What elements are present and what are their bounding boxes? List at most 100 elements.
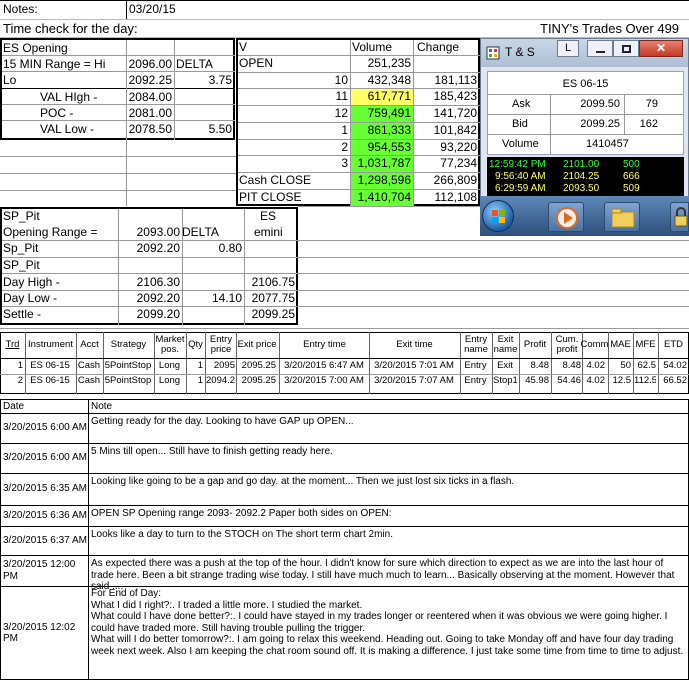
trade-header-16[interactable]: MFE — [634, 333, 657, 357]
ts-instrument: ES 06-15 — [562, 78, 609, 90]
trade-cell[interactable]: Long — [155, 360, 184, 372]
trade-header-11[interactable]: Exit name — [493, 333, 518, 357]
trade-cell[interactable]: 112.5 — [634, 375, 656, 387]
trade-cell[interactable]: Stop1 — [493, 375, 517, 387]
note-date: 3/20/2015 6:35 AM — [3, 483, 87, 495]
taskbar-explorer-button[interactable] — [604, 202, 640, 232]
trade-cell[interactable]: 54.02 — [659, 360, 687, 372]
taskbar-media-button[interactable] — [548, 202, 584, 232]
trade-cell[interactable]: 2095.25 — [237, 360, 276, 372]
trade-cell[interactable]: 3/20/2015 7:07 AM — [370, 375, 458, 387]
lo-label: Lo — [3, 73, 17, 87]
trade-cell[interactable]: 2094.25 — [206, 375, 235, 387]
folder-icon — [611, 208, 635, 228]
sp-pit-value: 2092.20 — [136, 241, 180, 255]
close-button[interactable]: ✕ — [639, 40, 683, 57]
note-text[interactable]: Looks like a day to turn to the STOCH on… — [91, 529, 685, 541]
volume-row-change: 112,108 — [434, 190, 478, 204]
maximize-button[interactable] — [613, 40, 639, 57]
ts-feed-size: 500 — [623, 159, 640, 170]
trade-cell[interactable]: 3/20/2015 7:00 AM — [280, 375, 368, 387]
day-low-label: Day Low - — [3, 291, 58, 305]
trade-cell[interactable]: Entry — [461, 375, 490, 387]
volume-row-label: 11 — [335, 89, 348, 103]
note-text[interactable]: Looking like going to be a gap and go da… — [91, 476, 685, 488]
trade-cell[interactable]: 3/20/2015 6:47 AM — [280, 360, 368, 372]
trade-cell[interactable]: Entry — [461, 360, 490, 372]
trade-header-9[interactable]: Exit time — [370, 333, 459, 357]
trade-header-0[interactable]: Trd — [1, 333, 24, 357]
range-label: 15 MIN Range = Hi — [3, 57, 106, 71]
note-text[interactable]: OPEN SP Opening range 2093- 2092.2 Paper… — [91, 508, 685, 520]
trade-cell[interactable]: 8.48 — [520, 360, 550, 372]
notes-date[interactable]: 03/20/15 — [129, 2, 176, 17]
trade-cell[interactable]: 45.98 — [520, 375, 549, 387]
note-row-divider — [0, 555, 689, 556]
minimize-icon — [596, 51, 605, 53]
trade-header-12[interactable]: Profit — [520, 333, 550, 357]
trade-cell[interactable]: 5PointStop — [104, 360, 152, 372]
trade-cell[interactable]: Cash — [77, 360, 101, 372]
trade-cell[interactable]: 4.02 — [583, 360, 606, 372]
trade-cell[interactable]: ES 06-15 — [26, 375, 74, 387]
ts-app-icon — [486, 46, 500, 60]
trade-header-10[interactable]: Entry name — [461, 333, 491, 357]
ts-l-button[interactable]: L — [557, 40, 579, 57]
volume-row-change: 266,809 — [433, 173, 477, 187]
trade-header-8[interactable]: Entry time — [280, 333, 369, 357]
trade-header-6[interactable]: Entry price — [206, 333, 236, 357]
note-text[interactable]: Getting ready for the day. Looking to ha… — [91, 416, 685, 428]
val-low-label: VAL Low - — [40, 122, 95, 136]
poc: 2081.00 — [128, 106, 172, 120]
start-button[interactable] — [482, 200, 514, 232]
ask-size: 79 — [645, 98, 658, 110]
trade-cell[interactable]: 4.02 — [583, 375, 606, 387]
trade-cell[interactable]: 62.5 — [634, 360, 657, 372]
trade-header-1[interactable]: Instrument — [26, 333, 75, 357]
taskbar-app-button[interactable] — [670, 202, 689, 232]
trade-cell[interactable]: 54.46 — [552, 375, 581, 387]
volume-row-change: 181,113 — [434, 73, 478, 87]
note-text[interactable]: For End of Day: What I did I right?:. I t… — [91, 588, 685, 657]
bid-label: Bid — [512, 118, 528, 130]
trade-header-17[interactable]: ETD — [659, 333, 688, 357]
trade-cell[interactable]: ES 06-15 — [26, 360, 74, 372]
trade-header-7[interactable]: Exit price — [237, 333, 277, 357]
trade-cell[interactable]: Exit — [493, 360, 517, 372]
ts-feed-size: 666 — [623, 171, 640, 182]
trade-cell[interactable]: 66.52 — [659, 375, 687, 387]
media-player-icon — [556, 207, 578, 229]
trade-cell[interactable]: Long — [155, 375, 184, 387]
minimize-button[interactable] — [587, 40, 613, 57]
trade-cell[interactable]: 5PointStop — [104, 375, 152, 387]
close-icon: ✕ — [655, 41, 667, 55]
trade-cell[interactable]: Cash — [77, 375, 101, 387]
trade-cell[interactable]: 50 — [609, 360, 631, 372]
trade-header-4[interactable]: Market pos. — [155, 333, 185, 357]
note-row-divider — [0, 505, 689, 506]
trade-cell[interactable]: 2095 — [206, 360, 235, 372]
trade-header-2[interactable]: Acct — [77, 333, 102, 357]
trade-cell[interactable]: 2095.25 — [237, 375, 276, 387]
note-date: 3/20/2015 6:00 AM — [3, 452, 87, 464]
note-row-divider — [0, 473, 689, 474]
trade-cell[interactable]: 8.48 — [552, 360, 582, 372]
trade-cell[interactable]: 12.5 — [609, 375, 632, 387]
trade-header-15[interactable]: MAE — [609, 333, 632, 357]
taskbar — [480, 196, 689, 236]
volume-row-change: 141,720 — [433, 106, 477, 120]
sp-pit-title-2: SP_Pit — [3, 258, 40, 272]
volume-row-value: 759,491 — [351, 106, 413, 122]
ts-title-bar[interactable]: T & S L ✕ — [481, 39, 688, 67]
trade-cell[interactable]: 1 — [187, 375, 203, 387]
note-text[interactable]: 5 Mins till open... Still have to finish… — [91, 446, 685, 458]
volume-row-label: 3 — [341, 156, 348, 170]
trade-cell[interactable]: 3/20/2015 7:01 AM — [370, 360, 458, 372]
trade-cell[interactable]: 1 — [1, 360, 23, 372]
trade-header-3[interactable]: Strategy — [104, 333, 153, 357]
trade-header-14[interactable]: Comm — [581, 333, 609, 357]
trade-header-13[interactable]: Cum. profit — [552, 333, 582, 357]
trade-cell[interactable]: 1 — [187, 360, 203, 372]
trade-cell[interactable]: 2 — [1, 375, 23, 387]
trade-header-5[interactable]: Qty — [187, 333, 204, 357]
